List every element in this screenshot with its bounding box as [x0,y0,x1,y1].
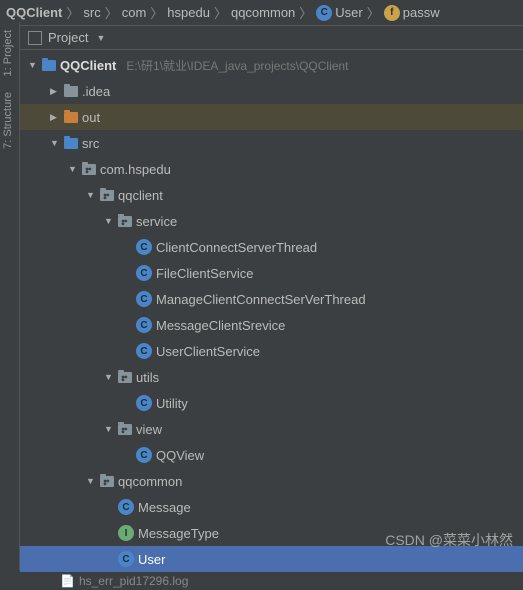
expand-icon[interactable] [28,60,38,70]
crumb-passw[interactable]: fpassw [384,5,440,21]
tree-label: User [138,552,165,567]
project-tool-title[interactable]: Project [48,30,88,45]
breadcrumb: QQClient 〉 src 〉 com 〉 hspedu 〉 qqcommon… [0,0,523,25]
tree-label: utils [136,370,159,385]
crumb-hspedu[interactable]: hspedu [167,5,210,20]
tree-label: QQClient [60,58,116,73]
tree-item-src[interactable]: src [20,130,523,156]
tree-item-interface[interactable]: I MessageType [20,520,523,546]
expand-icon[interactable] [104,372,114,382]
tree-label: Message [138,500,191,515]
tree-item-class[interactable]: C MessageClientSrevice [20,312,523,338]
tree-label: ClientConnectServerThread [156,240,317,255]
tree-item-com-hspedu[interactable]: com.hspedu [20,156,523,182]
tree-label: ManageClientConnectSerVerThread [156,292,366,307]
package-icon [118,424,132,435]
chevron-right-icon: 〉 [214,3,227,22]
tab-structure[interactable]: 7: Structure [0,84,16,157]
class-icon: C [136,291,152,307]
tree-item-cutoff[interactable]: 📄hs_err_pid17296.log [20,572,523,590]
tree-item-class[interactable]: C UserClientService [20,338,523,364]
package-icon [118,216,132,227]
tree-root[interactable]: QQClient E:\研1\就业\IDEA_java_projects\QQC… [20,52,523,78]
field-icon: f [384,5,400,21]
expand-icon[interactable] [86,476,96,486]
chevron-right-icon: 〉 [299,3,312,22]
tree-label: com.hspedu [100,162,171,177]
tree-label: out [82,110,100,125]
tree-label: qqcommon [118,474,182,489]
source-folder-icon [64,138,78,149]
tree-item-class[interactable]: C Utility [20,390,523,416]
tree-item-class[interactable]: C ManageClientConnectSerVerThread [20,286,523,312]
tree-label: UserClientService [156,344,260,359]
tree-item-utils[interactable]: utils [20,364,523,390]
chevron-right-icon: 〉 [66,3,79,22]
path-hint: E:\研1\就业\IDEA_java_projects\QQClient [126,57,348,74]
interface-icon: I [118,525,134,541]
tree-label: FileClientService [156,266,254,281]
crumb-com[interactable]: com [122,5,147,20]
tree-item-idea[interactable]: .idea [20,78,523,104]
tool-window-tabs: 1: Project 7: Structure [0,22,20,570]
tree-label: .idea [82,84,110,99]
tree-item-qqcommon[interactable]: qqcommon [20,468,523,494]
tree-item-class[interactable]: C FileClientService [20,260,523,286]
tree-item-class[interactable]: C QQView [20,442,523,468]
crumb-qqcommon[interactable]: qqcommon [231,5,295,20]
tree-label: view [136,422,162,437]
crumb-src[interactable]: src [83,5,100,20]
class-icon: C [136,317,152,333]
class-icon: C [136,395,152,411]
chevron-right-icon: 〉 [367,3,380,22]
tree-item-class[interactable]: C ClientConnectServerThread [20,234,523,260]
tree-label: Utility [156,396,188,411]
tree-item-class[interactable]: C Message [20,494,523,520]
class-icon: C [136,265,152,281]
tree-item-qqclient[interactable]: qqclient [20,182,523,208]
project-tree[interactable]: QQClient E:\研1\就业\IDEA_java_projects\QQC… [20,50,523,572]
tab-project[interactable]: 1: Project [0,22,16,84]
expand-icon[interactable] [86,190,96,200]
module-icon [42,60,56,71]
class-icon: C [136,343,152,359]
class-icon: C [136,239,152,255]
project-icon [28,31,42,45]
chevron-right-icon: 〉 [150,3,163,22]
tree-item-out[interactable]: out [20,104,523,130]
tree-item-service[interactable]: service [20,208,523,234]
tree-label: QQView [156,448,204,463]
tree-label: MessageClientSrevice [156,318,285,333]
folder-icon [64,86,78,97]
project-tool-header: Project ▼ [20,25,523,50]
expand-icon[interactable] [50,112,60,123]
package-icon [82,164,96,175]
tree-item-view[interactable]: view [20,416,523,442]
tree-label: service [136,214,177,229]
package-icon [100,476,114,487]
chevron-right-icon: 〉 [105,3,118,22]
expand-icon[interactable] [50,86,60,97]
crumb-user[interactable]: CUser [316,5,362,21]
expand-icon[interactable] [104,216,114,226]
class-icon: C [118,499,134,515]
tree-label: MessageType [138,526,219,541]
expand-icon[interactable] [104,424,114,434]
crumb-qqclient[interactable]: QQClient [6,5,62,20]
expand-icon[interactable] [50,138,60,148]
tree-item-user[interactable]: C User [20,546,523,572]
package-icon [118,372,132,383]
package-icon [100,190,114,201]
dropdown-icon[interactable]: ▼ [96,33,105,43]
expand-icon[interactable] [68,164,78,174]
class-icon: C [136,447,152,463]
class-icon: C [316,5,332,21]
class-icon: C [118,551,134,567]
tree-label: src [82,136,99,151]
tree-label: qqclient [118,188,163,203]
folder-icon [64,112,78,123]
